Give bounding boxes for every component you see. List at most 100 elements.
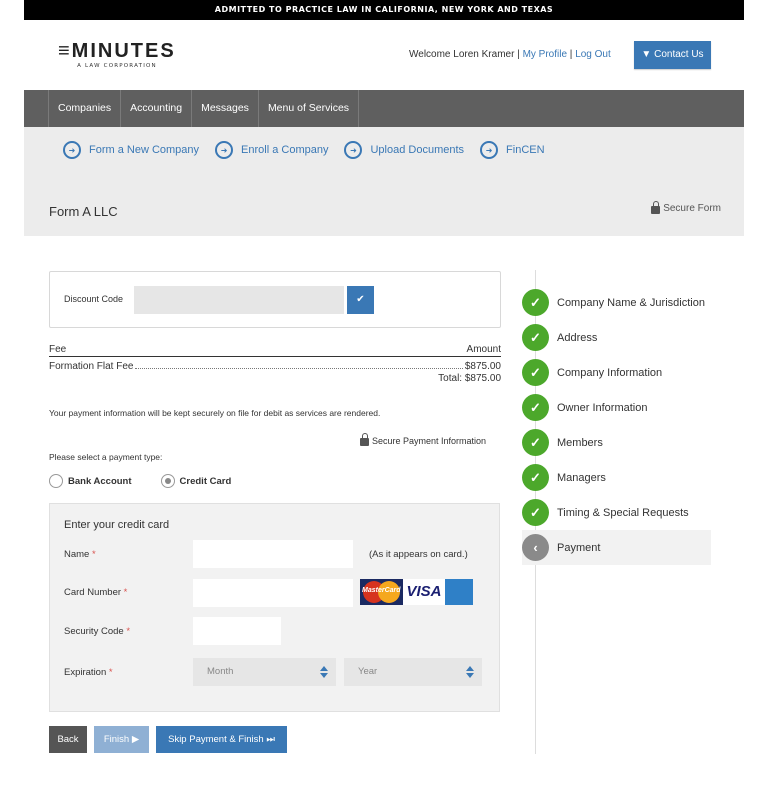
payment-type-group: Bank Account Credit Card	[49, 474, 260, 488]
subnav-fincen[interactable]: ➜ FinCEN	[480, 141, 545, 159]
cardholder-name-input[interactable]	[193, 540, 353, 568]
label-text: Expiration	[64, 667, 107, 678]
dotted-leader	[135, 368, 463, 369]
discount-code-input[interactable]	[134, 286, 344, 314]
step-address[interactable]: ✓ Address	[522, 320, 711, 355]
brand-text: MasterCard	[362, 587, 401, 594]
radio-credit-card[interactable]: Credit Card	[160, 474, 232, 488]
credit-card-title: Enter your credit card	[64, 519, 170, 531]
radio-bank-account[interactable]: Bank Account	[49, 474, 132, 488]
step-label: Address	[557, 331, 598, 344]
arrow-circle-right-icon: ➜	[215, 141, 234, 159]
step-timing-special-requests[interactable]: ✓ Timing & Special Requests	[522, 495, 711, 530]
nav-messages[interactable]: Messages	[192, 90, 259, 127]
credit-card-form: Enter your credit card Name * (As it app…	[49, 503, 500, 712]
step-company-name-jurisdiction[interactable]: ✓ Company Name & Jurisdiction	[522, 285, 711, 320]
fee-row: Formation Flat Fee $875.00	[49, 361, 501, 372]
expiration-month-select[interactable]: Month	[193, 658, 336, 686]
select-arrows-icon	[320, 666, 328, 678]
link-label: FinCEN	[506, 144, 545, 156]
card-number-label: Card Number *	[64, 587, 127, 598]
welcome-text: Welcome Loren Kramer	[409, 49, 515, 60]
separator: |	[567, 49, 576, 60]
select-placeholder: Month	[207, 666, 234, 677]
back-button[interactable]: Back	[49, 726, 87, 753]
radio-label: Bank Account	[68, 475, 132, 487]
step-label: Payment	[557, 541, 601, 554]
separator: |	[514, 49, 523, 60]
apply-discount-button[interactable]: ✔	[347, 286, 374, 314]
nav-menu-of-services[interactable]: Menu of Services	[259, 90, 360, 127]
nav-accounting[interactable]: Accounting	[121, 90, 193, 127]
secure-form-indicator: Secure Form	[651, 201, 721, 214]
check-icon: ✓	[522, 429, 549, 456]
subnav-upload-documents[interactable]: ➜ Upload Documents	[344, 141, 464, 159]
contact-us-button[interactable]: ▼ Contact Us	[634, 41, 711, 69]
select-placeholder: Year	[358, 666, 378, 677]
accepted-cards: MasterCard VISA	[360, 579, 473, 605]
main-nav: Companies Accounting Messages Menu of Se…	[24, 90, 744, 127]
check-icon: ✓	[522, 289, 549, 316]
step-managers[interactable]: ✓ Managers	[522, 460, 711, 495]
required-asterisk: *	[123, 587, 128, 598]
step-payment[interactable]: ‹ Payment	[522, 530, 711, 565]
logo-tagline: A LAW CORPORATION	[77, 63, 157, 69]
name-label: Name *	[64, 549, 96, 560]
skip-payment-finish-button[interactable]: Skip Payment & Finish ⏭	[156, 726, 287, 753]
step-label: Company Name & Jurisdiction	[557, 296, 705, 309]
step-owner-information[interactable]: ✓ Owner Information	[522, 390, 711, 425]
label-text: Card Number	[64, 587, 122, 598]
fee-amount: $875.00	[464, 361, 501, 372]
finish-button[interactable]: Finish ▶	[94, 726, 149, 753]
step-label: Members	[557, 436, 603, 449]
step-company-information[interactable]: ✓ Company Information	[522, 355, 711, 390]
link-label: Upload Documents	[370, 144, 465, 156]
log-out-link[interactable]: Log Out	[575, 49, 611, 60]
page-title: Form A LLC	[49, 204, 118, 219]
arrow-circle-right-icon: ➜	[480, 141, 499, 159]
security-code-label: Security Code *	[64, 626, 130, 637]
chevron-left-icon: ‹	[522, 534, 549, 561]
discount-code-panel: Discount Code ✔	[49, 271, 501, 328]
expiration-year-select[interactable]: Year	[344, 658, 482, 686]
security-code-input[interactable]	[193, 617, 281, 645]
my-profile-link[interactable]: My Profile	[523, 49, 567, 60]
radio-button-selected[interactable]	[160, 474, 175, 488]
arrow-circle-right-icon: ➜	[344, 141, 363, 159]
nav-companies[interactable]: Companies	[49, 90, 122, 127]
subnav-form-new-company[interactable]: ➜ Form a New Company	[63, 141, 199, 159]
user-welcome: Welcome Loren Kramer | My Profile | Log …	[409, 49, 611, 60]
subnav-enroll-company[interactable]: ➜ Enroll a Company	[215, 141, 328, 159]
check-icon: ✓	[522, 394, 549, 421]
logo[interactable]: ≡MINUTES A LAW CORPORATION	[58, 40, 176, 69]
fee-table: Fee Amount Formation Flat Fee $875.00 To…	[49, 344, 501, 384]
required-asterisk: *	[91, 549, 96, 560]
logo-wordmark: ≡MINUTES	[58, 40, 176, 62]
step-members[interactable]: ✓ Members	[522, 425, 711, 460]
select-arrows-icon	[466, 666, 474, 678]
card-number-input[interactable]	[193, 579, 353, 607]
sub-nav: ➜ Form a New Company ➜ Enroll a Company ➜ U…	[24, 127, 744, 236]
lock-icon	[360, 433, 369, 446]
radio-button[interactable]	[49, 474, 63, 488]
arrow-circle-right-icon: ➜	[63, 141, 81, 159]
step-label: Owner Information	[557, 401, 648, 414]
check-icon: ✓	[522, 464, 549, 491]
amount-column-header: Amount	[466, 344, 501, 355]
step-label: Managers	[557, 471, 606, 484]
fee-column-header: Fee	[49, 344, 67, 355]
step-label: Company Information	[557, 366, 663, 379]
mastercard-logo-icon: MasterCard	[360, 579, 403, 605]
radio-label: Credit Card	[179, 475, 232, 487]
name-hint: (As it appears on card.)	[369, 549, 468, 560]
secure-payment-label: Secure Payment Information	[372, 435, 487, 446]
visa-logo-icon: VISA	[403, 579, 445, 605]
check-icon: ✓	[522, 324, 549, 351]
payment-note: Your payment information will be kept se…	[49, 408, 381, 418]
secure-form-label: Secure Form	[663, 203, 721, 214]
payment-type-prompt: Please select a payment type:	[49, 452, 163, 462]
expiration-label: Expiration *	[64, 667, 113, 678]
amex-logo-icon	[445, 579, 473, 605]
link-label: Enroll a Company	[241, 144, 329, 156]
required-asterisk: *	[108, 667, 113, 678]
